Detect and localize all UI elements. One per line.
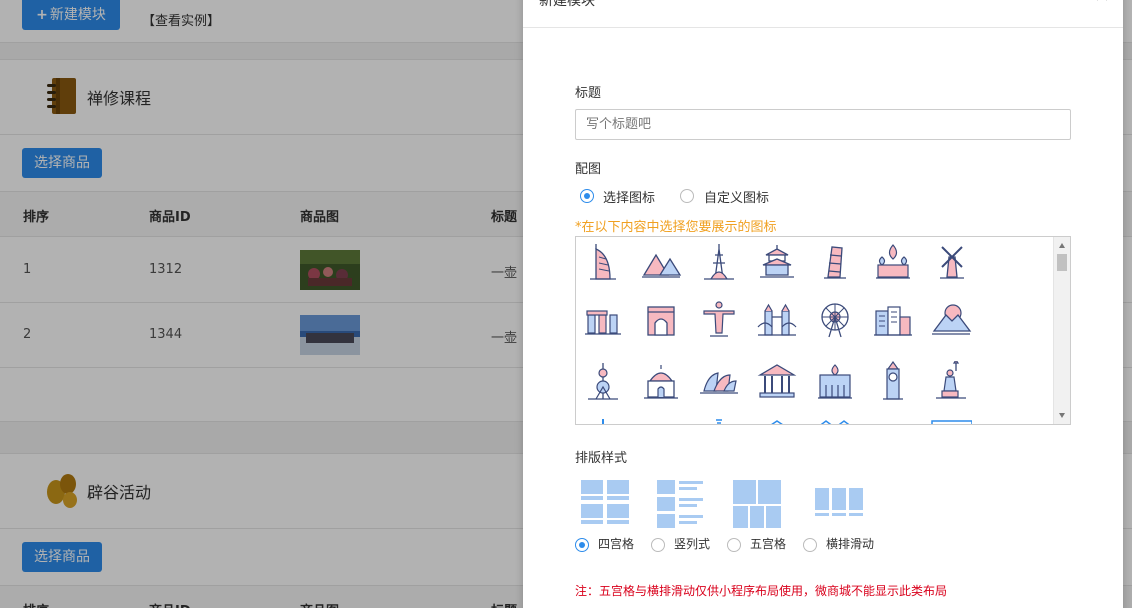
partial-icon <box>602 419 604 424</box>
dialog-title: 新建模块 <box>539 0 595 9</box>
icon-hint: *在以下内容中选择您要展示的图标 <box>575 220 777 235</box>
christ-redeemer-icon[interactable] <box>698 299 740 341</box>
temple-of-heaven-icon[interactable] <box>756 241 798 283</box>
radio-vertical-list-label[interactable]: 竖列式 <box>674 535 710 552</box>
new-module-dialog: 新建模块 标题 配图 选择图标 自定义图标 *在以下内容中选择您要展示的图标 <box>523 0 1123 608</box>
vertical-list-layout-icon[interactable] <box>655 478 707 530</box>
partial-icon <box>716 419 722 424</box>
scroll-thumb[interactable] <box>1057 254 1067 271</box>
palace-icon[interactable] <box>814 361 856 403</box>
radio-custom-icon[interactable] <box>680 189 694 203</box>
radio-vertical-list[interactable] <box>651 538 665 552</box>
arc-de-triomphe-icon[interactable] <box>640 299 682 341</box>
radio-custom-icon-label[interactable]: 自定义图标 <box>704 187 769 206</box>
radio-four-grid[interactable] <box>575 538 589 552</box>
city-buildings-icon[interactable] <box>872 299 914 341</box>
scroll-up-icon[interactable] <box>1059 243 1065 248</box>
dialog-header: 新建模块 <box>523 0 1123 28</box>
eiffel-tower-icon[interactable] <box>698 241 740 283</box>
partial-icon <box>820 420 850 424</box>
ferris-wheel-icon[interactable] <box>814 299 856 341</box>
big-ben-icon[interactable] <box>872 361 914 403</box>
close-icon[interactable] <box>1095 0 1109 4</box>
four-grid-layout-icon[interactable] <box>579 478 631 530</box>
radio-four-grid-label[interactable]: 四宫格 <box>598 535 634 552</box>
layout-note: 注：五宫格与横排滑动仅供小程序布局使用，微商城不能显示此类布局 <box>575 584 948 598</box>
oriental-pearl-tower-icon[interactable] <box>582 361 624 403</box>
partial-icon <box>771 420 783 424</box>
stonehenge-icon[interactable] <box>582 299 624 341</box>
radio-five-grid[interactable] <box>727 538 741 552</box>
tower-bridge-icon[interactable] <box>756 299 798 341</box>
icon-picker-scrollbar[interactable] <box>1053 237 1070 424</box>
radio-horizontal-scroll[interactable] <box>803 538 817 552</box>
sydney-opera-house-icon[interactable] <box>698 361 740 403</box>
leaning-tower-icon[interactable] <box>814 241 856 283</box>
title-label: 标题 <box>575 86 602 101</box>
icon-picker[interactable] <box>575 236 1071 425</box>
radio-horizontal-scroll-label[interactable]: 横排滑动 <box>826 535 874 552</box>
statue-of-liberty-icon[interactable] <box>930 361 972 403</box>
mosque-icon[interactable] <box>640 361 682 403</box>
layout-label: 排版样式 <box>575 451 628 466</box>
radio-select-icon-label[interactable]: 选择图标 <box>603 187 655 206</box>
title-input[interactable] <box>575 109 1071 140</box>
parthenon-icon[interactable] <box>756 361 798 403</box>
mount-fuji-icon[interactable] <box>930 299 972 341</box>
partial-icon <box>931 420 972 424</box>
st-basil-cathedral-icon[interactable] <box>872 241 914 283</box>
image-label: 配图 <box>575 162 602 177</box>
pyramids-icon[interactable] <box>640 241 682 283</box>
windmill-icon[interactable] <box>930 241 972 283</box>
five-grid-layout-icon[interactable] <box>731 478 783 530</box>
radio-select-icon[interactable] <box>580 189 594 203</box>
horizontal-scroll-layout-icon[interactable] <box>813 478 865 530</box>
scroll-down-icon[interactable] <box>1059 413 1065 418</box>
burj-al-arab-icon[interactable] <box>582 241 624 283</box>
radio-five-grid-label[interactable]: 五宫格 <box>750 535 786 552</box>
